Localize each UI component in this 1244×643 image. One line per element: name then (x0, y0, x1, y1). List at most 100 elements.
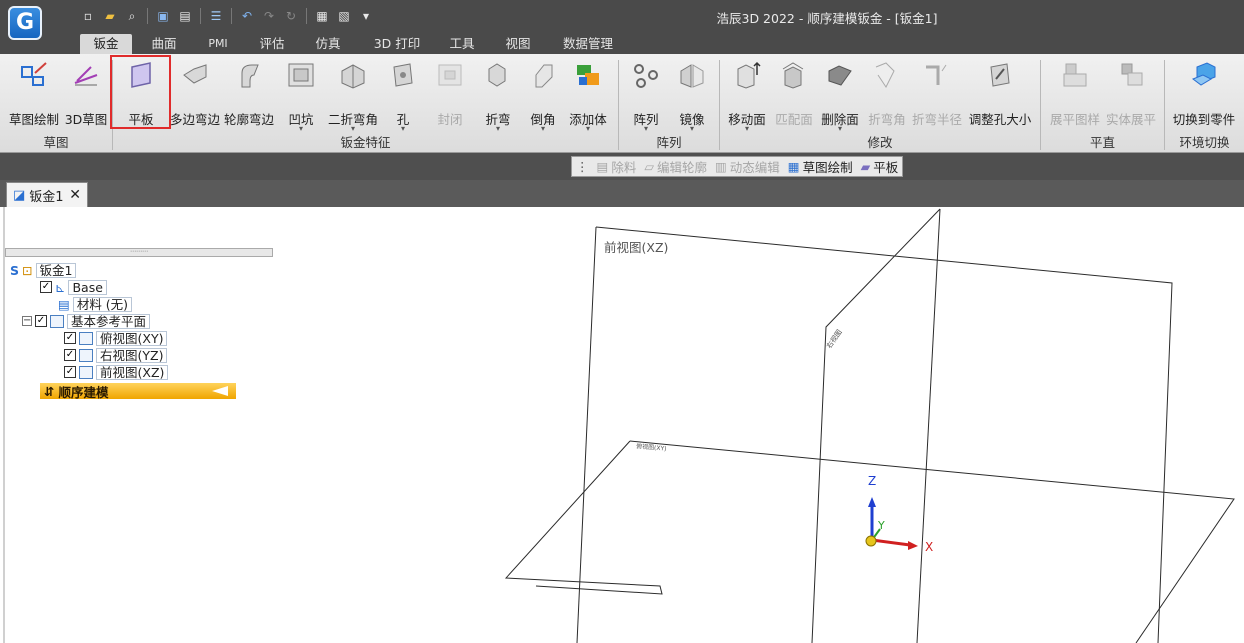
app-window: G ▫ ▰ ⌕ ▣ ▤ ☰ ↶ ↷ ↻ ▦ ▧ ▾ 浩辰3D 2022 - 顺序… (0, 0, 1244, 643)
tree-item-material[interactable]: ▤ 材料 (无) (58, 296, 133, 312)
add-body-icon (577, 65, 599, 85)
tab-3d-print[interactable]: 3D 打印 (366, 34, 428, 54)
3d-sketch-button[interactable]: 3D草图 (62, 54, 110, 136)
flat-pattern-button[interactable]: 展平图样 (1048, 54, 1102, 136)
ribbon-tabs: 钣金 曲面 PMI 评估 仿真 3D 打印 工具 视图 数据管理 (0, 34, 1244, 54)
tree-item-plane-yz[interactable]: ✓ 右视图(YZ) (64, 347, 168, 363)
pane-splitter[interactable]: ⋯⋯⋯ (5, 248, 273, 257)
group-label-environment: 环境切换 (1179, 135, 1230, 150)
dimple-icon (288, 63, 314, 87)
collapse-icon[interactable]: − (22, 316, 32, 326)
tree-item-ref-planes[interactable]: − ✓ 基本参考平面 (22, 313, 151, 329)
sequential-modeling-bar[interactable]: ⇵ 顺序建模 (40, 383, 236, 400)
base-checkbox[interactable]: ✓ (40, 281, 52, 293)
bend-radius-icon (926, 64, 947, 85)
multi-flange-button[interactable]: 多边弯边 (170, 54, 220, 136)
pattern-button[interactable]: 阵列 ▾ (626, 54, 666, 136)
plane-yz-checkbox[interactable]: ✓ (64, 349, 76, 361)
window-title: 浩辰3D 2022 - 顺序建模钣金 - [钣金1] (716, 11, 938, 26)
solid-flatten-button[interactable]: 实体展平 (1104, 54, 1158, 136)
axis-y-label: Y (877, 519, 885, 532)
plate-highlight-box (110, 55, 171, 129)
bend-angle-icon (875, 62, 895, 88)
plane-icon (79, 365, 93, 379)
tab-view[interactable]: 视图 (496, 34, 540, 54)
add-body-button[interactable]: 添加体 ▾ (566, 54, 610, 136)
ref-planes-checkbox[interactable]: ✓ (35, 315, 47, 327)
sketch-button[interactable]: 草图绘制 (6, 54, 62, 136)
switch-part-icon (1191, 62, 1216, 86)
tree-root[interactable]: S ⊡ 钣金1 (10, 262, 77, 278)
sketch-context-button[interactable]: ▦ 草图绘制 (788, 157, 853, 176)
app-logo[interactable]: G (8, 6, 42, 40)
tab-tools[interactable]: 工具 (440, 34, 484, 54)
tree-item-plane-xz[interactable]: ✓ 前视图(XZ) (64, 364, 169, 380)
plane-icon (79, 348, 93, 362)
right-plane-label: 右视图 (824, 328, 843, 350)
match-face-button[interactable]: 匹配面 (774, 54, 814, 136)
close-corner-icon (438, 64, 462, 86)
bend-icon (488, 63, 506, 87)
rollback-arrow-icon[interactable] (212, 386, 228, 396)
dynamic-edit-icon: ▥ (714, 159, 727, 174)
context-toolbar: ⋮ ▤ 除料 ▱ 编辑轮廓 ▥ 动态编辑 ▦ 草图绘制 ▰ 平板 (571, 156, 904, 177)
tab-sheet-metal[interactable]: 钣金 (80, 34, 132, 54)
chamfer-button[interactable]: 倒角 ▾ (524, 54, 562, 136)
switch-part-button[interactable]: 切换到零件 (1172, 54, 1236, 136)
bend-button[interactable]: 折弯 ▾ (478, 54, 518, 136)
group-label-flatten: 平直 (1089, 135, 1115, 150)
3d-sketch-icon (74, 66, 98, 86)
cutout-button[interactable]: ▤ 除料 (597, 157, 637, 176)
sheet-metal-doc-icon: ◪ (13, 187, 26, 203)
cutout-icon: ▤ (596, 159, 609, 174)
document-tab[interactable]: ◪ 钣金1 ✕ (6, 182, 88, 207)
grip-icon[interactable]: ⋮ (576, 159, 589, 174)
close-tab-icon[interactable]: ✕ (69, 187, 81, 203)
delete-face-icon (828, 65, 852, 86)
dimple-button[interactable]: 凹坑 ▾ (282, 54, 320, 136)
bend-corner-button[interactable]: 二折弯角 ▾ (326, 54, 380, 136)
sheet-metal-root-icon: S (10, 262, 20, 278)
solid-flatten-icon (1121, 63, 1143, 86)
front-plane-xz (595, 226, 1173, 643)
bend-angle-button[interactable]: 折弯角 (866, 54, 908, 136)
resize-hole-icon (990, 63, 1010, 87)
tab-simulation[interactable]: 仿真 (306, 34, 350, 54)
move-face-icon (737, 61, 761, 89)
plane-xy-checkbox[interactable]: ✓ (64, 332, 76, 344)
tab-surface[interactable]: 曲面 (140, 34, 188, 54)
plate-context-button[interactable]: ▰ 平板 (861, 157, 899, 176)
command-bar-strip: ⋮ ▤ 除料 ▱ 编辑轮廓 ▥ 动态编辑 ▦ 草图绘制 ▰ 平板 (0, 153, 1244, 180)
group-label-pattern: 阵列 (656, 135, 682, 150)
edit-profile-button[interactable]: ▱ 编辑轮廓 (644, 157, 707, 176)
title-bar: G ▫ ▰ ⌕ ▣ ▤ ☰ ↶ ↷ ↻ ▦ ▧ ▾ 浩辰3D 2022 - 顺序… (0, 0, 1244, 40)
tree-item-base[interactable]: ✓ ⊾ Base (40, 279, 107, 295)
hole-icon (393, 63, 413, 87)
tab-data-management[interactable]: 数据管理 (556, 34, 620, 54)
delete-face-button[interactable]: 删除面 ▾ (820, 54, 860, 136)
edit-profile-icon: ▱ (644, 159, 654, 174)
move-face-button[interactable]: 移动面 ▾ (726, 54, 768, 136)
tree-item-plane-xy[interactable]: ✓ 俯视图(XY) (64, 330, 168, 346)
tab-pmi[interactable]: PMI (196, 34, 240, 54)
multi-flange-icon (183, 64, 207, 84)
mirror-button[interactable]: 镜像 ▾ (672, 54, 712, 136)
document-tab-bar: ◪ 钣金1 ✕ (0, 180, 1244, 207)
sketch-small-icon: ▦ (787, 159, 800, 174)
bend-corner-icon (341, 64, 365, 89)
group-label-sheet-metal-features: 钣金特征 (340, 135, 391, 150)
dynamic-edit-button[interactable]: ▥ 动态编辑 (715, 157, 780, 176)
resize-hole-button[interactable]: 调整孔大小 (968, 54, 1032, 136)
contour-flange-button[interactable]: 轮廓弯边 (224, 54, 274, 136)
graphics-viewport[interactable]: 前视图(XZ) 右视图 俯视图(XY) Z Y X (0, 207, 1244, 643)
bend-radius-button[interactable]: 折弯半径 (912, 54, 962, 136)
close-corner-button[interactable]: 封闭 (430, 54, 470, 136)
plane-xz-checkbox[interactable]: ✓ (64, 366, 76, 378)
plane-icon (50, 314, 64, 328)
hole-button[interactable]: 孔 ▾ (386, 54, 420, 136)
match-face-icon (782, 62, 804, 89)
sequence-icon: ⇵ (44, 383, 55, 399)
part-icon: ⊡ (22, 262, 33, 278)
pattern-icon (634, 64, 658, 88)
tab-evaluate[interactable]: 评估 (250, 34, 294, 54)
